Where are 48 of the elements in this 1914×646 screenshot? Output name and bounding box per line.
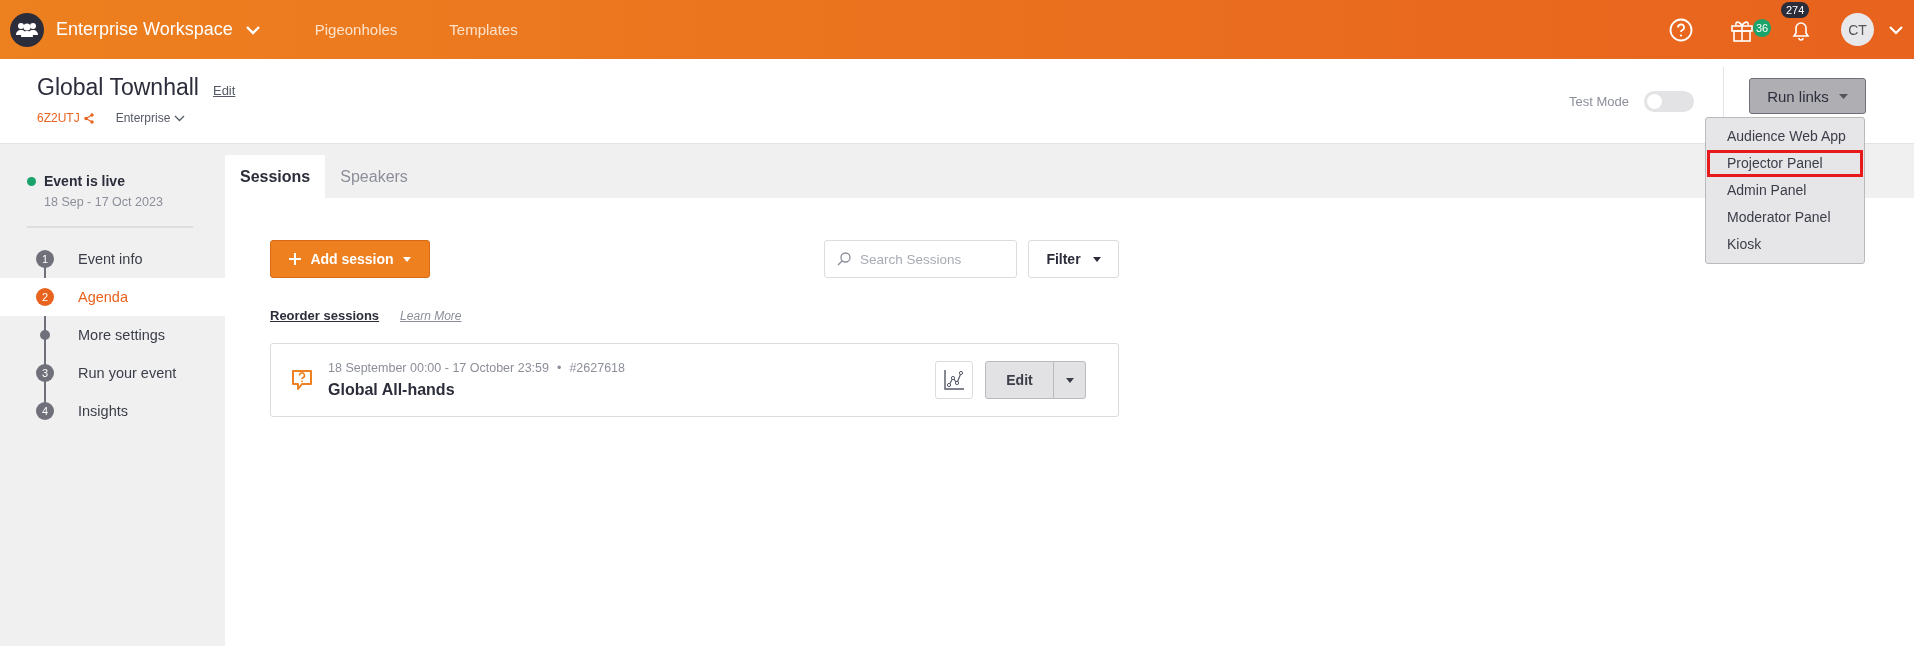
session-id: #2627618 <box>569 361 625 375</box>
step-number: 4 <box>36 402 54 420</box>
test-mode-toggle[interactable] <box>1644 90 1694 112</box>
question-bubble-icon <box>291 369 313 391</box>
search-icon <box>837 252 851 266</box>
edit-link[interactable]: Edit <box>212 83 236 98</box>
live-status-dot <box>27 176 36 186</box>
plan-dropdown[interactable]: Enterprise <box>115 111 186 125</box>
chevron-down-icon[interactable] <box>244 24 261 35</box>
session-title: Global All-hands <box>328 381 456 399</box>
reorder-sessions-link[interactable]: Reorder sessions <box>270 308 380 323</box>
filter-button[interactable]: Filter <box>1028 240 1119 278</box>
step-number: 3 <box>36 364 54 382</box>
step-number: 2 <box>36 288 54 306</box>
caret-down-icon <box>402 256 411 262</box>
help-icon[interactable] <box>1669 17 1693 42</box>
count-badge: 36 <box>1753 18 1772 37</box>
step-nav-item[interactable]: 4 Insights <box>0 392 225 430</box>
step-number: 1 <box>36 250 54 268</box>
run-links-button[interactable]: Run links <box>1749 78 1866 114</box>
menu-item[interactable]: Audience Web App <box>1707 123 1863 150</box>
user-avatar[interactable]: CT <box>1841 13 1874 46</box>
line-chart-icon <box>943 369 965 391</box>
session-schedule: 18 September 00:00 - 17 October 23:59 <box>328 361 549 375</box>
step-nav-item[interactable]: 3 Run your event <box>0 354 225 392</box>
event-title: Global Townhall <box>37 74 199 101</box>
plus-icon <box>289 253 302 265</box>
menu-item[interactable]: Kiosk <box>1707 231 1863 258</box>
menu-item[interactable]: Admin Panel <box>1707 177 1863 204</box>
step-nav-item[interactable]: More settings <box>0 316 225 354</box>
event-status: Event is live <box>44 173 125 189</box>
group-logo[interactable] <box>10 12 44 47</box>
menu-item[interactable]: Projector Panel <box>1707 150 1863 177</box>
caret-down-icon <box>1065 377 1074 383</box>
share-icon <box>83 112 94 124</box>
notification-badge: 274 <box>1781 1 1810 18</box>
separator-dot: • <box>557 361 562 375</box>
event-dates: 18 Sep - 17 Oct 2023 <box>43 195 164 209</box>
chevron-down-icon <box>174 114 186 122</box>
search-field[interactable]: Search Sessions <box>824 240 1017 278</box>
caret-down-icon <box>1092 256 1101 262</box>
menu-item[interactable]: Moderator Panel <box>1707 204 1863 231</box>
analytics-button[interactable] <box>935 361 973 399</box>
step-nav-item[interactable]: 1 Event info <box>0 240 225 278</box>
tab[interactable]: Sessions <box>225 155 326 198</box>
chevron-down-icon[interactable] <box>1888 24 1904 35</box>
test-mode-label: Test Mode <box>1569 93 1629 109</box>
caret-down-icon <box>1838 93 1848 99</box>
